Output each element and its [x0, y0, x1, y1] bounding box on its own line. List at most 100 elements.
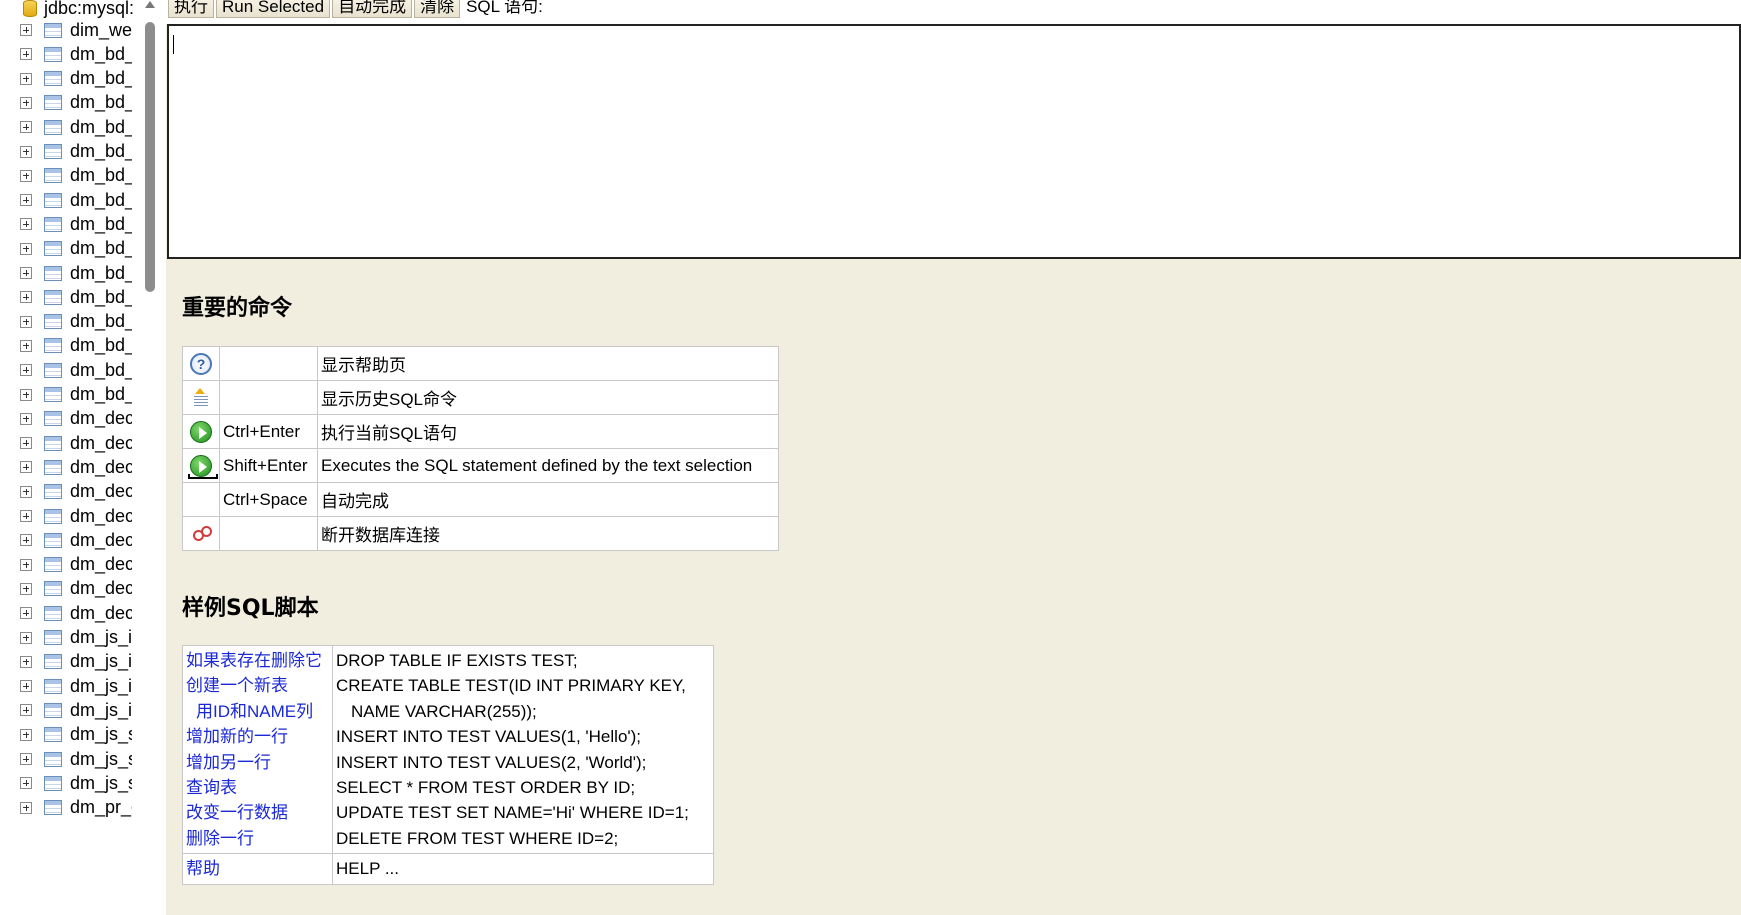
- tree-item[interactable]: dm_bd_: [20, 67, 132, 91]
- sql-input[interactable]: [167, 24, 1741, 259]
- tree-item[interactable]: dm_js_s: [20, 771, 132, 795]
- expand-plus-icon[interactable]: [20, 364, 32, 377]
- expand-plus-icon[interactable]: [20, 558, 32, 571]
- tree-item[interactable]: dm_dec: [20, 553, 132, 577]
- tree-item[interactable]: dm_js_i: [20, 674, 132, 698]
- sample-link-create[interactable]: 创建一个新表: [186, 673, 329, 698]
- expand-plus-icon[interactable]: [20, 534, 32, 547]
- tree-item[interactable]: dm_js_s: [20, 747, 132, 771]
- sample-link-create-cols[interactable]: 用ID和NAME列: [186, 699, 329, 724]
- tree-item[interactable]: dm_js_i: [20, 626, 132, 650]
- expand-plus-icon[interactable]: [20, 437, 32, 450]
- sample-link-insert1[interactable]: 增加新的一行: [186, 724, 329, 749]
- expand-plus-icon[interactable]: [20, 72, 32, 85]
- tree-item[interactable]: dm_js_s: [20, 723, 132, 747]
- tree-item[interactable]: dm_bd_: [20, 91, 132, 115]
- run-selected-button[interactable]: Run Selected: [216, 0, 331, 18]
- expand-plus-icon[interactable]: [20, 607, 32, 620]
- tree-item[interactable]: dm_js_i: [20, 650, 132, 674]
- expand-plus-icon[interactable]: [20, 169, 32, 182]
- help-icon[interactable]: ?: [190, 352, 212, 375]
- table-icon: [44, 192, 62, 208]
- sample-link-delete[interactable]: 删除一行: [186, 826, 329, 851]
- expand-plus-icon[interactable]: [20, 339, 32, 352]
- tree-item[interactable]: dim_wea: [20, 18, 132, 42]
- sample-sql-create-cols: NAME VARCHAR(255));: [351, 701, 537, 721]
- expand-plus-icon[interactable]: [20, 582, 32, 595]
- execute-button[interactable]: 执行: [168, 0, 214, 18]
- expand-plus-icon[interactable]: [20, 461, 32, 474]
- sample-sql-insert2: INSERT INTO TEST VALUES(2, 'World');: [336, 752, 647, 772]
- tree-item-label: dm_bd_: [70, 311, 132, 332]
- tree-item[interactable]: dm_js_i: [20, 698, 132, 722]
- expand-plus-icon[interactable]: [20, 121, 32, 134]
- expand-plus-icon[interactable]: [20, 242, 32, 255]
- clear-button[interactable]: 清除: [414, 0, 461, 18]
- sample-link-help[interactable]: 帮助: [182, 853, 333, 885]
- expand-plus-icon[interactable]: [20, 510, 32, 522]
- tree-scrollbar[interactable]: [144, 0, 156, 915]
- expand-plus-icon[interactable]: [20, 704, 32, 717]
- tree-item[interactable]: dm_bd_: [20, 237, 132, 261]
- autocomplete-button[interactable]: 自动完成: [332, 0, 413, 18]
- disconnect-icon[interactable]: [190, 523, 212, 545]
- tree-item[interactable]: dm_dec: [20, 601, 132, 625]
- table-icon: [44, 46, 62, 62]
- expand-plus-icon[interactable]: [20, 267, 32, 279]
- expand-plus-icon[interactable]: [20, 753, 32, 765]
- expand-plus-icon[interactable]: [20, 485, 32, 498]
- tree-item[interactable]: dm_bd_: [20, 42, 132, 66]
- expand-plus-icon[interactable]: [20, 218, 32, 231]
- expand-plus-icon[interactable]: [20, 412, 32, 425]
- expand-plus-icon[interactable]: [20, 194, 32, 207]
- run-icon[interactable]: [190, 420, 212, 443]
- scroll-thumb[interactable]: [145, 22, 155, 292]
- tree-item[interactable]: dm_bd_: [20, 261, 132, 285]
- tree-item[interactable]: dm_dec: [20, 528, 132, 552]
- expand-plus-icon[interactable]: [20, 777, 32, 790]
- expand-plus-icon[interactable]: [20, 96, 32, 109]
- history-icon[interactable]: [190, 387, 212, 409]
- expand-plus-icon[interactable]: [20, 680, 32, 693]
- tree-item[interactable]: dm_bd_: [20, 358, 132, 382]
- run-selected-icon[interactable]: [188, 454, 218, 479]
- expand-plus-icon[interactable]: [20, 24, 32, 36]
- tree-item[interactable]: dm_dec: [20, 455, 132, 479]
- sample-link-query[interactable]: 查询表: [186, 775, 329, 800]
- expand-plus-icon[interactable]: [20, 728, 32, 741]
- tree-item[interactable]: dm_pr_c: [20, 796, 132, 820]
- tree-item[interactable]: dm_dec: [20, 431, 132, 455]
- text-caret: [173, 35, 174, 54]
- command-row: 断开数据库连接: [182, 516, 779, 551]
- expand-plus-icon[interactable]: [20, 315, 32, 328]
- tree-item[interactable]: dm_bd_: [20, 164, 132, 188]
- tree-item[interactable]: dm_bd_: [20, 334, 132, 358]
- tree-item[interactable]: dm_bd_: [20, 212, 132, 236]
- sample-link-update[interactable]: 改变一行数据: [186, 800, 329, 825]
- tree-root-connection[interactable]: jdbc:mysql:: [22, 0, 134, 18]
- sample-link-drop[interactable]: 如果表存在删除它: [186, 648, 329, 673]
- scroll-up-arrow-icon[interactable]: [144, 0, 156, 10]
- tree-item[interactable]: dm_bd_: [20, 285, 132, 309]
- expand-plus-icon[interactable]: [20, 48, 32, 61]
- tree-item-label: dm_js_s: [70, 748, 132, 769]
- tree-item[interactable]: dm_bd_: [20, 310, 132, 334]
- tree-item[interactable]: dm_bd_: [20, 383, 132, 407]
- expand-plus-icon[interactable]: [20, 655, 32, 668]
- table-icon: [44, 484, 62, 500]
- tree-item[interactable]: dm_bd_: [20, 140, 132, 164]
- expand-plus-icon[interactable]: [20, 388, 32, 401]
- tree-item[interactable]: dm_dec: [20, 480, 132, 504]
- sample-link-insert2[interactable]: 增加另一行: [186, 750, 329, 775]
- sample-help-row: 帮助 HELP ...: [182, 853, 714, 885]
- expand-plus-icon[interactable]: [20, 631, 32, 644]
- expand-plus-icon[interactable]: [20, 801, 32, 814]
- tree-item[interactable]: dm_bd_: [20, 115, 132, 139]
- table-icon: [44, 581, 62, 597]
- expand-plus-icon[interactable]: [20, 291, 32, 304]
- expand-plus-icon[interactable]: [20, 145, 32, 158]
- tree-item[interactable]: dm_bd_: [20, 188, 132, 212]
- tree-item[interactable]: dm_dec: [20, 504, 132, 528]
- tree-item[interactable]: dm_dec: [20, 407, 132, 431]
- tree-item[interactable]: dm_dec: [20, 577, 132, 601]
